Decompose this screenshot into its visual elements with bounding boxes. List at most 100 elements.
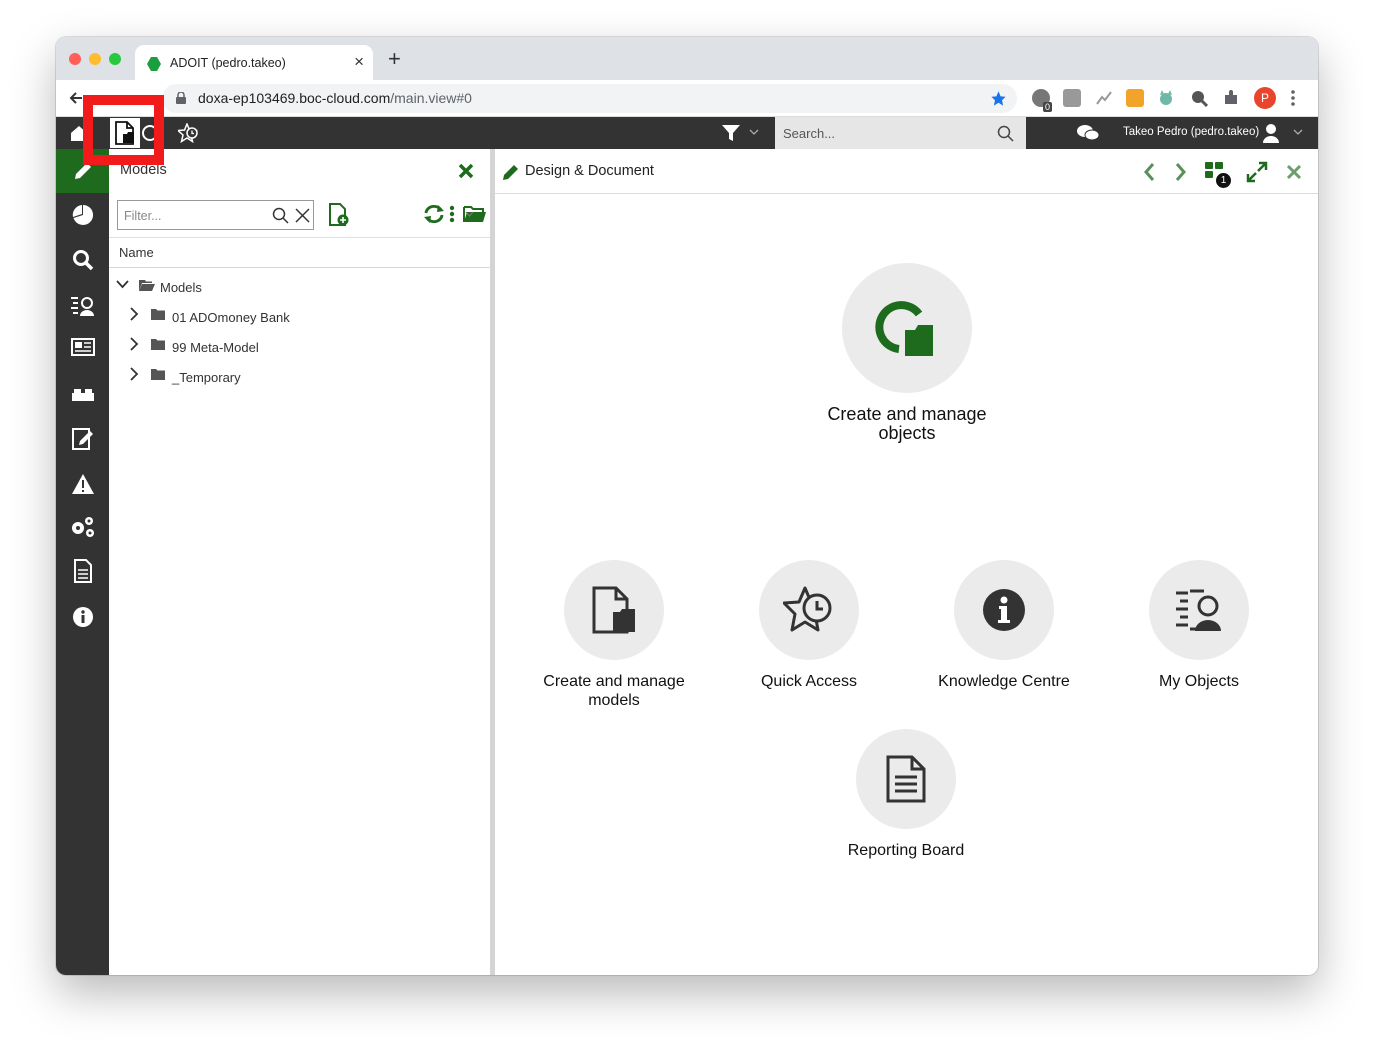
tile-circle xyxy=(759,560,859,660)
blocks-icon xyxy=(71,389,94,401)
refresh-icon[interactable] xyxy=(423,204,445,224)
close-view-icon[interactable] xyxy=(1286,164,1302,180)
tree-item-label: 01 ADOmoney Bank xyxy=(172,310,290,325)
tile-label: Knowledge Centre xyxy=(938,673,1070,690)
newspaper-icon xyxy=(70,338,95,356)
tile-circle xyxy=(1149,560,1249,660)
tile-label-line-2: models xyxy=(588,692,640,709)
close-panel-icon[interactable] xyxy=(458,163,474,179)
models-panel: Models Filter... Name Models 01 ADOmoney… xyxy=(109,149,490,975)
my-objects-person-icon xyxy=(1176,589,1221,631)
tile-my-objects[interactable]: My Objects xyxy=(1099,560,1299,691)
app-header: Search... Takeo Pedro (pedro.takeo) xyxy=(56,117,1318,149)
magnifier-icon xyxy=(72,250,93,271)
tile-label: Reporting Board xyxy=(847,842,965,859)
extension-chart-icon[interactable] xyxy=(1095,89,1113,107)
back-chevron-icon[interactable] xyxy=(1143,162,1155,182)
sidebar-item-reports[interactable] xyxy=(56,549,109,593)
global-search-input[interactable]: Search... xyxy=(775,117,1026,149)
tile-label: Create and manage models xyxy=(514,672,714,710)
extension-cat-icon[interactable] xyxy=(1157,89,1175,107)
more-actions-icon[interactable] xyxy=(449,205,455,223)
collapsed-chevron-icon[interactable] xyxy=(130,337,139,351)
user-avatar-icon[interactable] xyxy=(1262,123,1280,143)
tile-label: My Objects xyxy=(1158,673,1239,690)
url-host: doxa-ep103469.boc-cloud.com xyxy=(198,90,391,106)
user-menu-chevron-icon[interactable] xyxy=(1293,129,1303,136)
search-icon[interactable] xyxy=(997,125,1014,142)
adoit-favicon-icon xyxy=(147,57,161,71)
minimize-window-button[interactable] xyxy=(89,53,101,65)
url-omnibox[interactable]: doxa-ep103469.boc-cloud.com/main.view#0 xyxy=(162,84,1017,113)
model-document-icon xyxy=(592,586,635,634)
collapsed-chevron-icon[interactable] xyxy=(130,367,139,381)
browser-menu-icon[interactable] xyxy=(1290,89,1296,107)
reporting-document-icon xyxy=(886,755,926,803)
quick-access-star-clock-icon xyxy=(783,586,832,632)
models-document-icon xyxy=(115,121,134,145)
close-window-button[interactable] xyxy=(69,53,81,65)
folder-icon xyxy=(151,309,165,320)
sidebar-item-portal[interactable] xyxy=(56,325,109,369)
lock-icon xyxy=(176,92,186,104)
tab-close-icon[interactable]: × xyxy=(354,52,364,72)
name-column-header[interactable]: Name xyxy=(109,237,490,268)
maximize-window-button[interactable] xyxy=(109,53,121,65)
tile-circle xyxy=(856,729,956,829)
extension-window-icon[interactable] xyxy=(1063,89,1081,107)
tile-create-manage-models[interactable]: Create and manage models xyxy=(514,560,714,710)
report-document-icon xyxy=(73,559,92,583)
more-actions-chevron-icon[interactable] xyxy=(465,211,474,217)
tree-item-meta-model[interactable]: 99 Meta-Model xyxy=(109,331,490,361)
sidebar-item-settings[interactable] xyxy=(56,505,109,549)
sidebar-item-search[interactable] xyxy=(56,238,109,282)
tree-item-models[interactable]: Models xyxy=(109,271,490,301)
my-objects-icon xyxy=(70,297,94,316)
tree-item-temporary[interactable]: _Temporary xyxy=(109,361,490,391)
quick-access-header-icon[interactable] xyxy=(178,123,200,143)
extensions-puzzle-icon[interactable] xyxy=(1222,89,1240,107)
tree-item-adomoney-bank[interactable]: 01 ADOmoney Bank xyxy=(109,301,490,331)
tab-bar: ADOIT (pedro.takeo) × + xyxy=(56,37,1318,80)
name-column-label: Name xyxy=(119,245,154,260)
url-path: /main.view#0 xyxy=(390,90,472,106)
filter-search-icon[interactable] xyxy=(272,207,289,224)
sidebar-item-edit-document[interactable] xyxy=(56,417,109,461)
clear-filter-icon[interactable] xyxy=(295,208,310,223)
bookmark-star-icon[interactable] xyxy=(990,90,1007,107)
expanded-chevron-icon[interactable] xyxy=(116,280,129,289)
tile-create-manage-objects[interactable]: Create and manage objects xyxy=(807,263,1007,443)
sidebar-item-building-blocks[interactable] xyxy=(56,373,109,417)
maximize-icon[interactable] xyxy=(1246,161,1268,183)
browser-tab[interactable]: ADOIT (pedro.takeo) × xyxy=(135,45,373,80)
info-icon xyxy=(72,607,93,627)
warning-icon xyxy=(71,474,94,494)
tile-reporting-board[interactable]: Reporting Board xyxy=(806,729,1006,860)
tile-quick-access[interactable]: Quick Access xyxy=(709,560,909,691)
objects-icon xyxy=(875,301,933,356)
open-folder-tree-icon xyxy=(139,280,155,291)
back-arrow-icon[interactable] xyxy=(68,90,84,106)
models-filter-input[interactable]: Filter... xyxy=(117,200,314,230)
extension-magnifier-icon[interactable] xyxy=(1190,89,1208,107)
tree-item-label: 99 Meta-Model xyxy=(172,340,259,355)
new-model-icon[interactable] xyxy=(328,203,350,227)
tree-item-label: Models xyxy=(160,280,202,295)
filter-dropdown-chevron-icon[interactable] xyxy=(749,129,759,136)
chat-icon[interactable] xyxy=(1076,124,1100,142)
sidebar-item-warnings[interactable] xyxy=(56,462,109,506)
sidebar-item-my-objects[interactable] xyxy=(56,284,109,328)
models-header-button[interactable] xyxy=(110,118,140,148)
collapsed-chevron-icon[interactable] xyxy=(130,307,139,321)
extension-badge: 0 xyxy=(1043,102,1053,112)
sidebar-item-info[interactable] xyxy=(56,595,109,639)
filter-icon[interactable] xyxy=(721,124,741,142)
user-name[interactable]: Takeo Pedro (pedro.takeo) xyxy=(1123,126,1259,138)
extension-orange-icon[interactable] xyxy=(1126,89,1144,107)
profile-avatar[interactable]: P xyxy=(1254,87,1276,109)
forward-chevron-icon[interactable] xyxy=(1175,162,1187,182)
tile-knowledge-centre[interactable]: Knowledge Centre xyxy=(904,560,1104,691)
sidebar-item-analyze[interactable] xyxy=(56,193,109,237)
tile-label-line-1: Create and manage xyxy=(543,673,685,690)
new-tab-button[interactable]: + xyxy=(388,48,401,70)
